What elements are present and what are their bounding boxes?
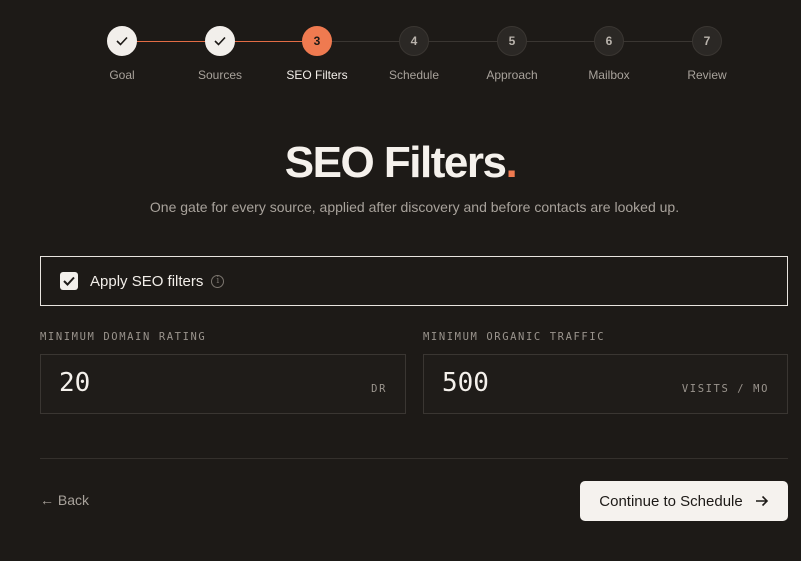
check-icon [107, 26, 137, 56]
step-label: Schedule [388, 68, 440, 82]
step-label: SEO Filters [286, 68, 348, 82]
back-button[interactable]: ← Back [40, 492, 89, 508]
continue-button-label: Continue to Schedule [599, 492, 743, 510]
domain-rating-value: 20 [59, 368, 91, 398]
page-subtitle: One gate for every source, applied after… [149, 199, 680, 215]
divider [40, 458, 788, 459]
step-seo-filters[interactable]: 3 SEO Filters [267, 26, 367, 82]
check-icon [205, 26, 235, 56]
step-approach[interactable]: 5 Approach [462, 26, 562, 82]
page-title: SEO Filters. [0, 138, 801, 188]
title-accent-dot: . [505, 138, 517, 187]
continue-button[interactable]: Continue to Schedule [580, 481, 788, 521]
step-label: Sources [197, 68, 243, 82]
stepper: Goal Sources 3 SEO Filters 4 Schedule 5 … [0, 26, 801, 86]
organic-traffic-label: MINIMUM ORGANIC TRAFFIC [423, 331, 606, 343]
step-label: Review [687, 68, 727, 82]
domain-rating-label: MINIMUM DOMAIN RATING [40, 331, 207, 343]
apply-seo-filters-toggle[interactable]: Apply SEO filters i [40, 256, 788, 306]
step-label: Mailbox [588, 68, 630, 82]
step-mailbox[interactable]: 6 Mailbox [559, 26, 659, 82]
step-number: 5 [497, 26, 527, 56]
checkbox[interactable] [60, 272, 78, 290]
step-number: 4 [399, 26, 429, 56]
domain-rating-unit: DR [371, 383, 387, 395]
step-goal[interactable]: Goal [72, 26, 172, 82]
step-review[interactable]: 7 Review [657, 26, 757, 82]
domain-rating-input[interactable]: 20 DR [40, 354, 406, 414]
page-title-text: SEO Filters [284, 138, 507, 187]
step-label: Approach [486, 68, 538, 82]
step-schedule[interactable]: 4 Schedule [364, 26, 464, 82]
apply-seo-filters-label: Apply SEO filters [90, 272, 204, 290]
step-sources[interactable]: Sources [170, 26, 270, 82]
arrow-right-icon [755, 495, 769, 507]
step-label: Goal [109, 68, 135, 82]
step-number: 3 [302, 26, 332, 56]
check-icon [63, 276, 75, 286]
organic-traffic-input[interactable]: 500 VISITS / MO [423, 354, 788, 414]
step-number: 6 [594, 26, 624, 56]
step-number: 7 [692, 26, 722, 56]
info-icon[interactable]: i [211, 274, 225, 288]
organic-traffic-unit: VISITS / MO [681, 383, 769, 395]
organic-traffic-value: 500 [442, 368, 489, 398]
